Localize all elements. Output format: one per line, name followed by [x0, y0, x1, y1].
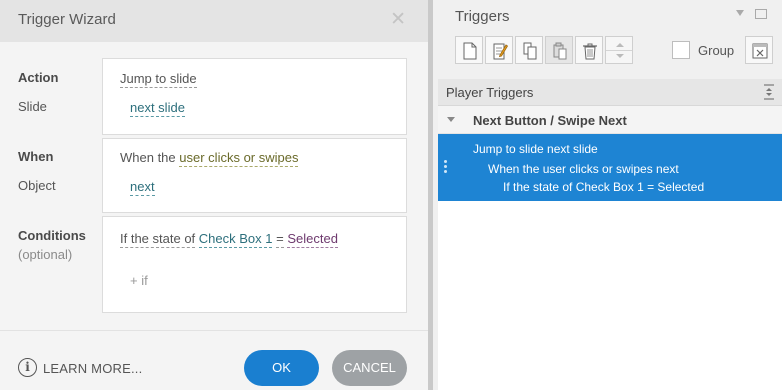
- delete-trigger-button[interactable]: [575, 36, 603, 64]
- copy-icon: [523, 42, 537, 60]
- new-document-icon: [463, 42, 477, 60]
- wizard-header: Trigger Wizard ✕: [0, 0, 428, 42]
- condition-operator-dropdown[interactable]: =: [276, 231, 284, 248]
- triggers-panel-title: Triggers: [455, 8, 510, 25]
- drag-handle-icon[interactable]: [444, 160, 447, 174]
- paste-icon: [553, 42, 567, 60]
- close-icon[interactable]: ✕: [390, 8, 406, 31]
- trigger-wizard-dialog: Trigger Wizard ✕ Action Slide Jump to sl…: [0, 0, 428, 390]
- group-frame-icon: [752, 43, 768, 59]
- slide-dropdown[interactable]: next slide: [130, 100, 185, 117]
- wizard-footer: i LEARN MORE... OK CANCEL: [0, 330, 428, 390]
- wizard-title: Trigger Wizard: [18, 11, 116, 28]
- object-label: Object: [18, 178, 56, 193]
- trigger-condition-text: If the state of Check Box 1 = Selected: [503, 180, 705, 194]
- trash-icon: [583, 43, 597, 60]
- selected-trigger-row[interactable]: Jump to slide next slide When the user c…: [438, 134, 782, 201]
- move-trigger-stepper[interactable]: [605, 36, 633, 64]
- ungroup-button[interactable]: [745, 36, 773, 64]
- action-label: Action: [18, 70, 59, 85]
- conditions-label: Conditions: [18, 228, 86, 243]
- when-label: When: [18, 149, 54, 164]
- condition-state-dropdown[interactable]: Selected: [287, 231, 338, 248]
- player-triggers-header: Player Triggers: [438, 79, 782, 106]
- paste-trigger-button[interactable]: [545, 36, 573, 64]
- condition-type-dropdown[interactable]: If the state of: [120, 231, 196, 248]
- new-trigger-button[interactable]: [455, 36, 483, 64]
- when-box: When the user clicks or swipes next: [102, 138, 407, 213]
- copy-trigger-button[interactable]: [515, 36, 543, 64]
- group-label: Group: [698, 43, 735, 58]
- when-prefix-text: When the: [120, 150, 176, 165]
- ok-button[interactable]: OK: [244, 350, 319, 386]
- trigger-action-text: Jump to slide next slide: [473, 142, 598, 156]
- panel-menu-icon[interactable]: [736, 10, 744, 16]
- add-if-button[interactable]: + if: [130, 273, 148, 288]
- object-dropdown[interactable]: next: [130, 179, 155, 196]
- collapse-all-icon[interactable]: [764, 84, 774, 100]
- expand-caret-icon[interactable]: [447, 117, 455, 122]
- edit-trigger-button[interactable]: [485, 36, 513, 64]
- action-dropdown[interactable]: Jump to slide: [120, 71, 197, 88]
- panel-restore-icon[interactable]: [755, 9, 767, 19]
- conditions-box: If the state of Check Box 1 = Selected +…: [102, 216, 407, 313]
- conditions-optional-label: (optional): [18, 247, 73, 262]
- cancel-button[interactable]: CANCEL: [332, 350, 407, 386]
- trigger-group-row[interactable]: Next Button / Swipe Next: [438, 106, 782, 134]
- when-dropdown[interactable]: user clicks or swipes: [179, 150, 299, 167]
- group-checkbox[interactable]: [672, 41, 690, 59]
- learn-more-link[interactable]: LEARN MORE...: [43, 361, 142, 376]
- trigger-group-label: Next Button / Swipe Next: [473, 113, 627, 128]
- trigger-when-text: When the user clicks or swipes next: [488, 162, 679, 176]
- action-box: Jump to slide next slide: [102, 58, 407, 135]
- slide-label: Slide: [18, 99, 47, 114]
- player-triggers-label: Player Triggers: [446, 85, 534, 100]
- edit-document-icon: [493, 43, 508, 60]
- triggers-panel: Triggers Group Player Triggers Next Butt…: [433, 0, 782, 390]
- condition-object-dropdown[interactable]: Check Box 1: [198, 231, 273, 248]
- trigger-list: Next Button / Swipe Next Jump to slide n…: [438, 106, 782, 390]
- info-icon[interactable]: i: [18, 358, 37, 377]
